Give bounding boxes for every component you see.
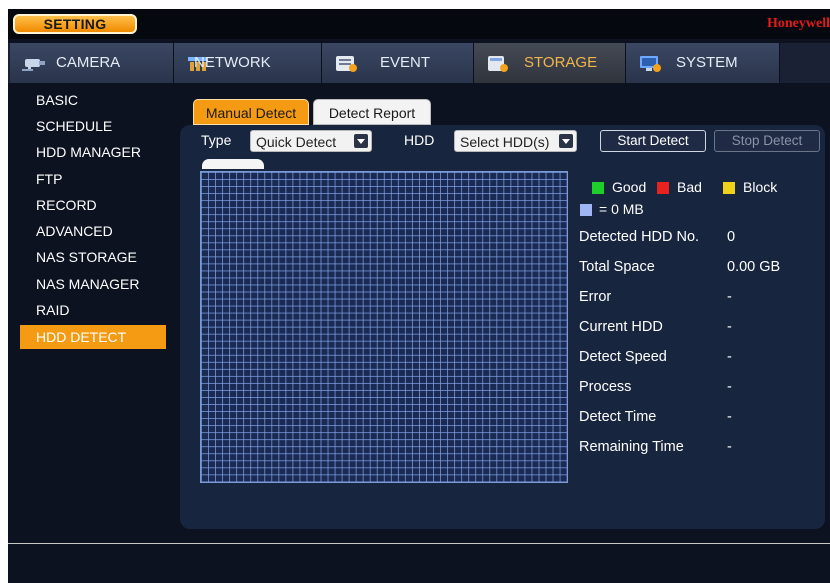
hdd-select[interactable]: Select HDD(s)	[454, 130, 577, 152]
info-key: Remaining Time	[579, 439, 684, 455]
hdd-page-tab[interactable]	[202, 159, 264, 169]
sidebar-item-raid[interactable]: RAID	[20, 298, 166, 322]
event-icon	[336, 56, 357, 72]
unit-swatch	[580, 204, 592, 216]
brand-logo: Honeywell	[767, 16, 830, 31]
info-key: Detected HDD No.	[579, 229, 700, 245]
sidebar-item-schedule[interactable]: SCHEDULE	[20, 114, 166, 138]
info-total-space: Total Space 0.00 GB	[579, 259, 819, 279]
sidebar-item-basic[interactable]: BASIC	[20, 88, 166, 112]
dvr-setting-window: SETTING Honeywell CAMERA NETWORK EVENT S…	[8, 9, 830, 583]
info-detected-hdd-no: Detected HDD No. 0	[579, 229, 819, 249]
tab-label: NETWORK	[194, 54, 271, 71]
storage-icon	[488, 56, 508, 72]
tab-event[interactable]: EVENT	[322, 43, 474, 83]
tab-label: SYSTEM	[676, 54, 738, 71]
info-key: Error	[579, 289, 612, 305]
info-key: Detect Speed	[579, 349, 667, 365]
sidebar-item-nas-storage[interactable]: NAS STORAGE	[20, 245, 166, 269]
info-key: Total Space	[579, 259, 655, 275]
info-value: -	[727, 289, 732, 305]
sidebar-item-ftp[interactable]: FTP	[20, 167, 166, 191]
info-key: Detect Time	[579, 409, 657, 425]
good-swatch	[592, 182, 604, 194]
tab-label: STORAGE	[524, 54, 598, 71]
type-select[interactable]: Quick Detect	[250, 130, 372, 152]
info-value: 0	[727, 229, 736, 245]
info-current-hdd: Current HDD -	[579, 319, 819, 339]
info-value: -	[727, 439, 732, 455]
status-bar	[8, 543, 830, 583]
type-select-value: Quick Detect	[256, 134, 337, 150]
camera-icon	[22, 59, 45, 71]
sidebar-item-nas-manager[interactable]: NAS MANAGER	[20, 272, 166, 296]
tab-label: EVENT	[380, 54, 431, 71]
tab-label: CAMERA	[56, 54, 121, 71]
tab-storage[interactable]: STORAGE	[474, 43, 626, 83]
info-value: -	[727, 319, 732, 335]
info-key: Current HDD	[579, 319, 663, 335]
tab-camera[interactable]: CAMERA	[10, 43, 174, 83]
bad-swatch	[657, 182, 669, 194]
info-value: -	[727, 379, 732, 395]
info-detect-speed: Detect Speed -	[579, 349, 819, 369]
tab-system[interactable]: SYSTEM	[626, 43, 780, 83]
setting-button[interactable]: SETTING	[13, 14, 137, 34]
info-value: -	[727, 349, 732, 365]
info-process: Process -	[579, 379, 819, 399]
hdd-label: HDD	[404, 132, 435, 148]
sidebar-item-record[interactable]: RECORD	[20, 193, 166, 217]
sidebar-item-hdd-detect[interactable]: HDD DETECT	[20, 325, 166, 349]
system-icon	[640, 56, 661, 72]
stop-detect-button[interactable]: Stop Detect	[714, 130, 820, 152]
tab-manual-detect[interactable]: Manual Detect	[193, 99, 309, 125]
chevron-down-icon	[559, 134, 573, 148]
sidebar-item-advanced[interactable]: ADVANCED	[20, 219, 166, 243]
title-bar: SETTING Honeywell	[8, 9, 830, 39]
tab-network[interactable]: NETWORK	[174, 43, 322, 83]
info-remaining-time: Remaining Time -	[579, 439, 819, 459]
sidebar-item-hdd-manager[interactable]: HDD MANAGER	[20, 140, 166, 164]
info-error: Error -	[579, 289, 819, 309]
hdd-select-value: Select HDD(s)	[460, 134, 550, 150]
info-value: 0.00 GB	[727, 259, 781, 275]
tab-detect-report[interactable]: Detect Report	[313, 99, 431, 125]
legend-unit: = 0 MB	[599, 201, 644, 217]
legend-bad: Bad	[677, 179, 702, 195]
info-detect-time: Detect Time -	[579, 409, 819, 429]
info-key: Process	[579, 379, 632, 395]
legend-block: Block	[743, 179, 778, 195]
start-detect-button[interactable]: Start Detect	[600, 130, 706, 152]
chevron-down-icon	[354, 134, 368, 148]
block-swatch	[723, 182, 735, 194]
info-value: -	[727, 409, 732, 425]
sector-block-grid	[200, 171, 568, 483]
legend-good: Good	[612, 179, 647, 195]
type-label: Type	[201, 132, 232, 148]
